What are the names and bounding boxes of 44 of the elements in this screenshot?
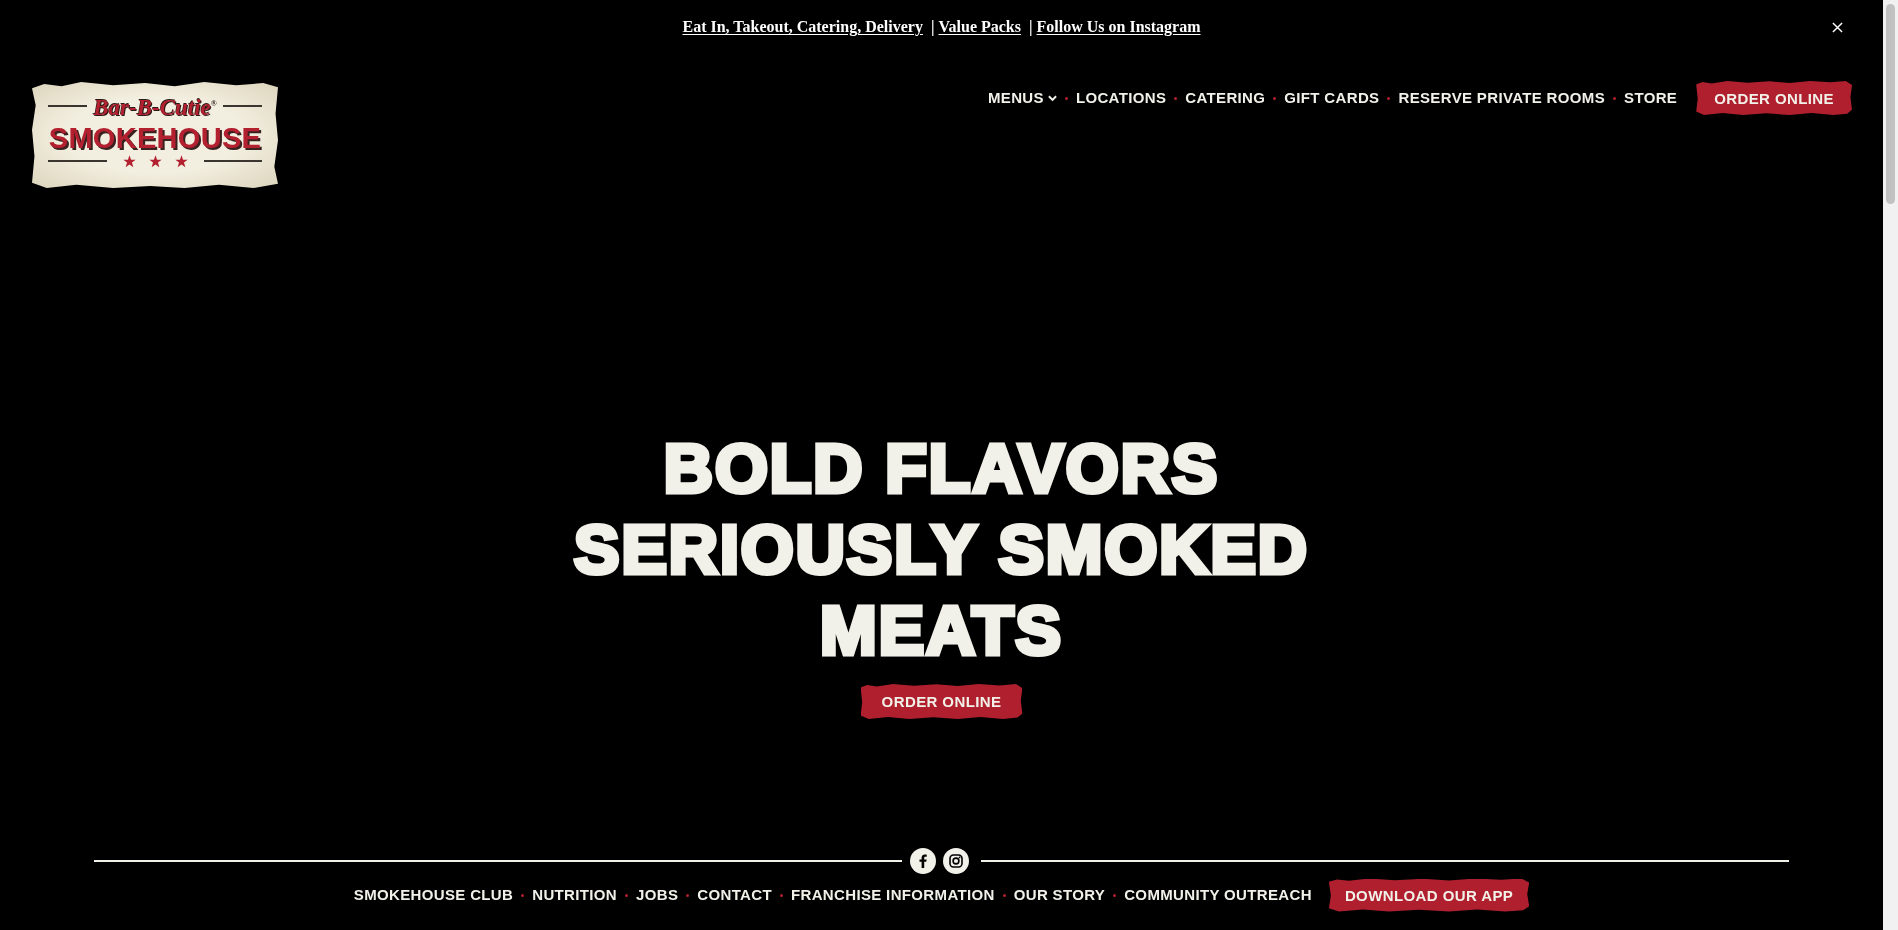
announcement-link[interactable]: Value Packs — [938, 18, 1021, 36]
separator-text: | — [930, 18, 935, 36]
separator-dot-icon — [1387, 96, 1391, 100]
footer-link[interactable]: OUR STORY — [1013, 886, 1106, 904]
separator-dot-icon — [1064, 96, 1068, 100]
close-icon — [1831, 21, 1843, 33]
star-icon — [122, 154, 136, 168]
instagram-icon[interactable] — [943, 848, 969, 874]
order-online-button[interactable]: ORDER ONLINE — [1696, 81, 1852, 115]
menus-dropdown-link[interactable]: MENUS — [987, 89, 1057, 107]
footer-link[interactable]: FRANCHISE INFORMATION — [790, 886, 995, 904]
separator-dot-icon — [521, 893, 525, 897]
separator-text: | — [1029, 18, 1033, 36]
footer-link[interactable]: COMMUNITY OUTREACH — [1124, 886, 1312, 904]
separator-dot-icon — [1174, 96, 1178, 100]
separator-dot-icon — [779, 893, 783, 897]
separator-dot-icon — [1002, 893, 1006, 897]
footer-link[interactable]: CONTACT — [697, 886, 772, 904]
logo-title: SMOKEHOUSE — [48, 120, 262, 155]
download-app-button[interactable]: DOWNLOAD OUR APP — [1328, 878, 1530, 912]
footer-link[interactable]: JOBS — [636, 886, 679, 904]
nav-link[interactable]: LOCATIONS — [1075, 89, 1167, 107]
nav-link[interactable]: STORE — [1624, 89, 1678, 107]
facebook-icon[interactable] — [910, 848, 936, 874]
nav-link[interactable]: GIFT CARDS — [1284, 89, 1380, 107]
hero-heading: BOLD FLAVORS SERIOUSLY SMOKED MEATS — [573, 429, 1310, 670]
separator-dot-icon — [625, 893, 629, 897]
footer-link[interactable]: SMOKEHOUSE CLUB — [353, 886, 514, 904]
nav-link[interactable]: CATERING — [1185, 89, 1266, 107]
star-icon — [174, 154, 188, 168]
announcement-link[interactable]: Eat In, Takeout, Catering, Delivery — [682, 18, 923, 36]
nav-link[interactable]: RESERVE PRIVATE ROOMS — [1398, 89, 1606, 107]
logo-script-text: Bar-B-Cutie$^{®}$ — [93, 93, 217, 121]
separator-dot-icon — [1273, 96, 1277, 100]
announcement-link[interactable]: Follow Us on Instagram — [1036, 18, 1201, 36]
separator-dot-icon — [686, 893, 690, 897]
footer-link[interactable]: NUTRITION — [532, 886, 618, 904]
star-icon — [148, 154, 162, 168]
chevron-down-icon — [1047, 94, 1057, 102]
logo[interactable]: Bar-B-Cutie$^{®}$ SMOKEHOUSE — [32, 82, 278, 188]
separator-dot-icon — [1613, 96, 1617, 100]
separator-dot-icon — [1113, 893, 1117, 897]
scrollbar-thumb[interactable] — [1886, 4, 1895, 204]
order-online-button[interactable]: ORDER ONLINE — [860, 684, 1023, 719]
